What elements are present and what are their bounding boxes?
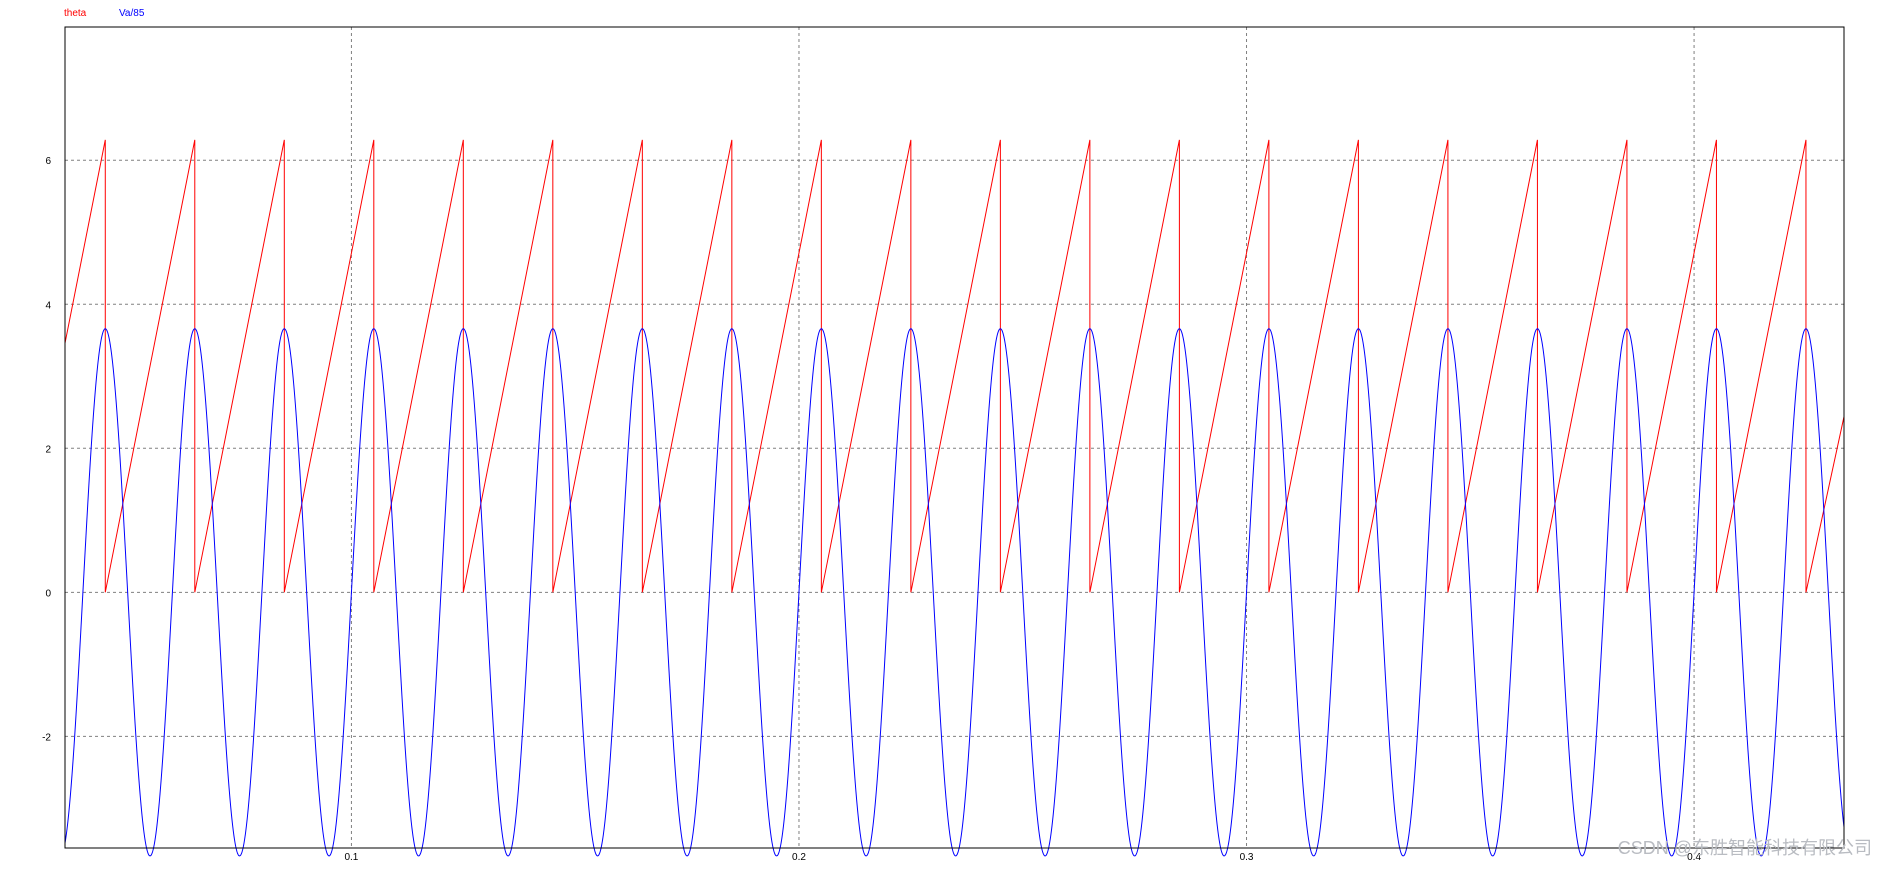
tick-labels: 0.1 0.2 0.3 0.4-20246 [42,156,1701,863]
x-tick-label: 0.1 [344,852,358,863]
y-tick-label: -2 [42,732,51,743]
y-tick-label: 6 [45,156,51,167]
x-tick-label: 0.2 [792,852,806,863]
legend-item-theta: theta [64,8,86,20]
series-line-theta [64,139,1845,593]
grid-lines [65,27,1844,848]
x-tick-label: 0.3 [1240,852,1254,863]
watermark-text: CSDN @东胜智能科技有限公司 [1617,838,1872,858]
chart-root: 0.1 0.2 0.3 0.4 -2 0 2 4 6 theta Va/85 CSDN @东胜智… [0,0,1880,870]
legend-label-va: Va/85 [119,8,145,19]
plot-area-frame [64,26,1845,849]
series-lines [64,139,1845,857]
y-tick-label: 0 [45,588,51,599]
y-tick-label: 4 [45,300,51,311]
y-tick-label: 2 [45,444,51,455]
legend-item-va: Va/85 [119,8,144,20]
legend-label-theta: theta [64,8,87,19]
chart-canvas: 0.1 0.2 0.3 0.4-20246 [42,26,1845,863]
